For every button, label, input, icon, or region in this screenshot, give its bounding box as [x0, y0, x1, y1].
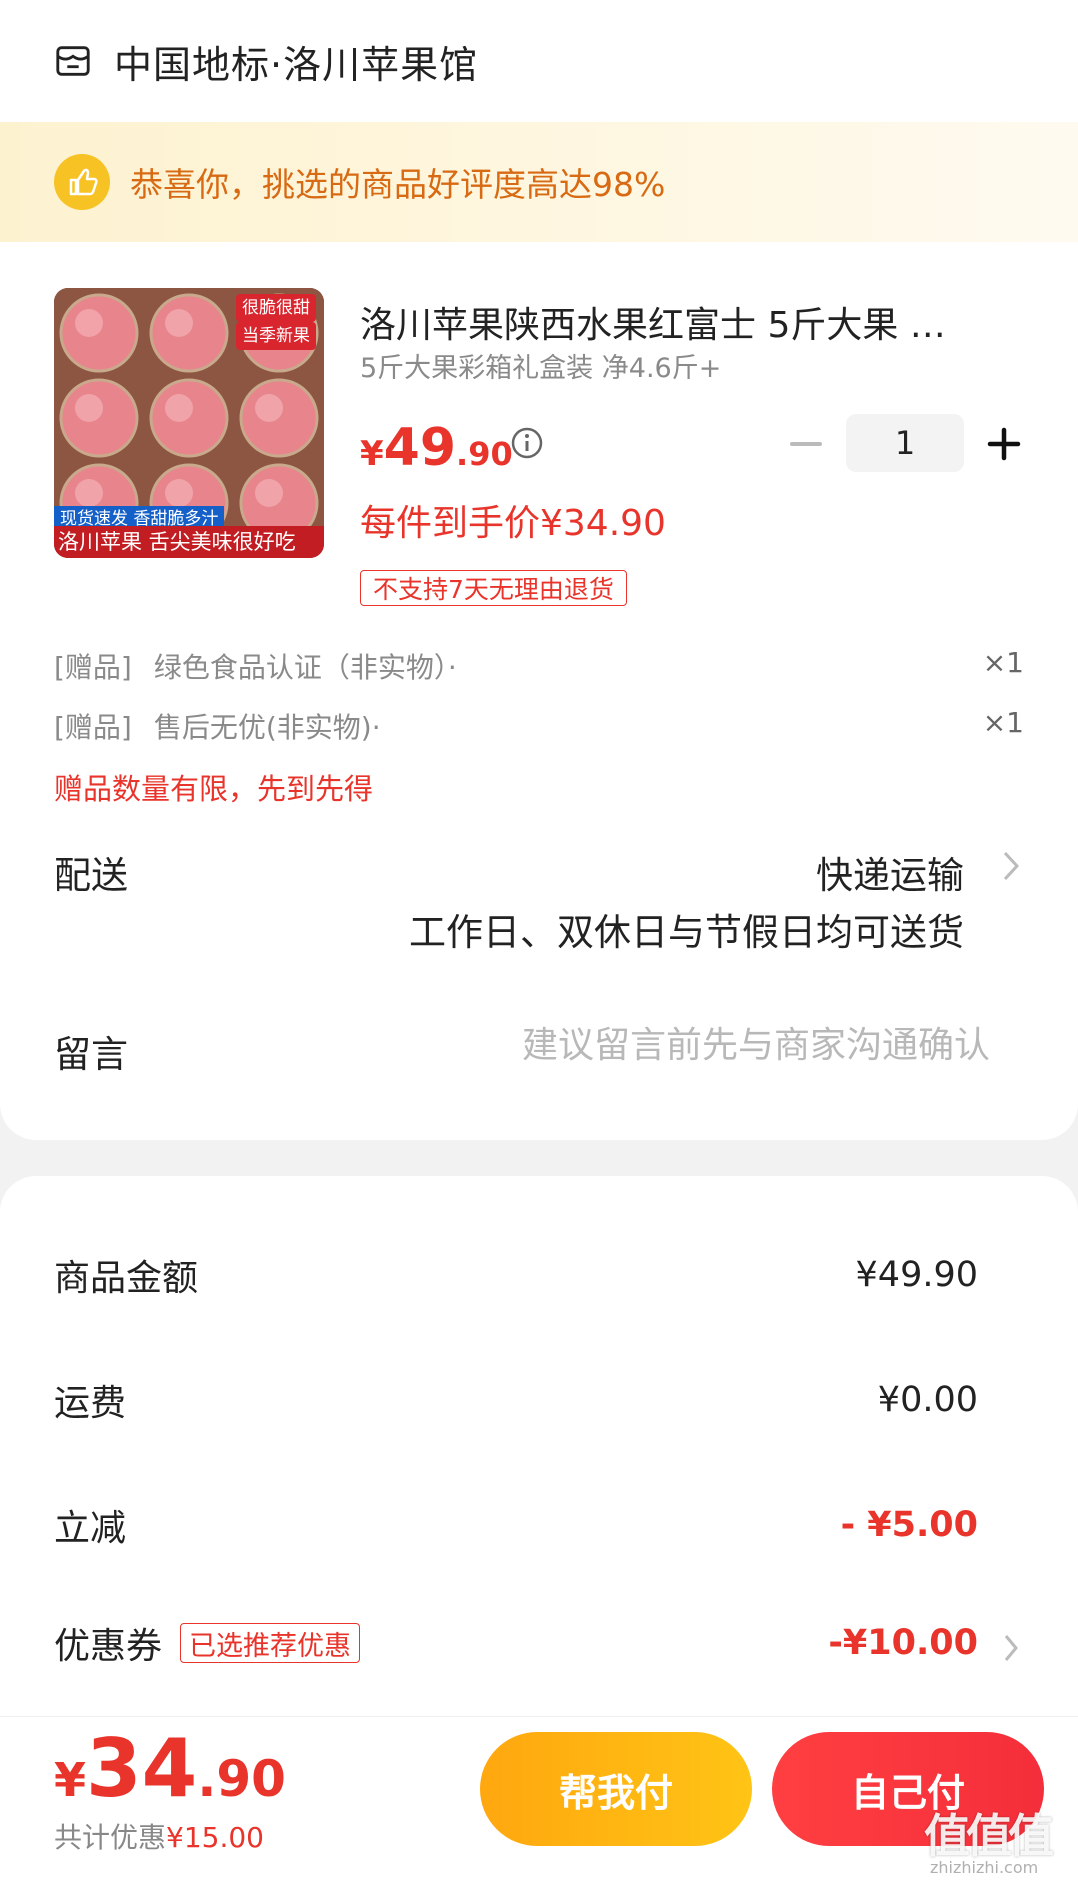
- gift-row[interactable]: [赠品] 绿色食品认证（非实物）· ×1: [54, 646, 1024, 686]
- gift-qty: ×1: [982, 646, 1024, 679]
- store-icon: [56, 46, 90, 76]
- quantity-value[interactable]: 1: [846, 414, 964, 472]
- product-spec[interactable]: 5斤大果彩箱礼盒装 净4.6斤+: [360, 346, 721, 385]
- price-integer: 49: [383, 418, 457, 478]
- total-decimal: .90: [197, 1750, 286, 1808]
- thumbs-up-icon: [54, 154, 110, 210]
- total-integer: 34: [86, 1722, 198, 1815]
- total-price: ¥ 34 .90: [54, 1722, 286, 1815]
- chevron-right-icon[interactable]: [1002, 1632, 1020, 1664]
- shop-name: 中国地标·洛川苹果馆: [114, 42, 479, 87]
- delivery-label: 配送: [54, 854, 128, 897]
- product-title[interactable]: 洛川苹果陕西水果红富士 5斤大果 …: [360, 296, 1000, 348]
- summary-value: ¥0.00: [877, 1380, 978, 1420]
- summary-value: -¥10.00: [828, 1623, 978, 1663]
- gift-tag: [赠品]: [54, 651, 132, 684]
- summary-label: 优惠券: [54, 1626, 163, 1667]
- praise-text: 恭喜你，挑选的商品好评度高达98%: [130, 165, 666, 204]
- summary-row-instant-discount: 立减 - ¥5.00: [54, 1500, 978, 1550]
- gift-tag: [赠品]: [54, 711, 132, 744]
- summary-label: 立减: [54, 1508, 127, 1549]
- summary-label: 商品金额: [54, 1258, 199, 1299]
- gift-name: 售后无优(非实物)·: [153, 711, 381, 744]
- summary-value: ¥49.90: [855, 1255, 978, 1295]
- summary-row-coupon[interactable]: 优惠券 已选推荐优惠 -¥10.00: [54, 1618, 978, 1668]
- discount-value: ¥15.00: [166, 1821, 264, 1854]
- gift-note: 赠品数量有限，先到先得: [54, 772, 374, 806]
- unit-price: 每件到手价¥34.90: [360, 503, 666, 544]
- product-price: ¥ 49 .90: [360, 418, 513, 478]
- summary-value: - ¥5.00: [840, 1505, 978, 1545]
- gift-qty: ×1: [982, 706, 1024, 739]
- total-currency: ¥: [54, 1753, 87, 1807]
- message-input[interactable]: [440, 1018, 990, 1072]
- watermark-logo: 值值值: [924, 1809, 1054, 1863]
- no-return-badge: 不支持7天无理由退货: [360, 570, 627, 606]
- gift-row[interactable]: [赠品] 售后无优(非实物)· ×1: [54, 706, 1024, 746]
- delivery-note: 工作日、双休日与节假日均可送货: [409, 911, 964, 954]
- help-me-pay-button[interactable]: 帮我付: [480, 1732, 752, 1846]
- image-tag-crisp: 很脆很甜: [236, 294, 316, 322]
- message-label: 留言: [54, 1033, 128, 1076]
- chevron-right-icon[interactable]: [1000, 848, 1022, 884]
- total-discount: 共计优惠¥15.00: [54, 1816, 264, 1856]
- quantity-increase-button[interactable]: [986, 426, 1022, 462]
- gift-name: 绿色食品认证（非实物）·: [153, 651, 457, 684]
- shop-header[interactable]: 中国地标·洛川苹果馆: [0, 0, 1078, 122]
- price-currency: ¥: [360, 434, 384, 474]
- watermark-url: zhizhizhi.com: [930, 1858, 1039, 1877]
- price-decimal: .90: [456, 435, 513, 473]
- product-image[interactable]: 很脆很甜 当季新果 现货速发 香甜脆多汁 洛川苹果 舌尖美味很好吃: [54, 288, 324, 558]
- summary-row-shipping: 运费 ¥0.00: [54, 1375, 978, 1425]
- summary-label: 运费: [54, 1383, 127, 1424]
- coupon-tag: 已选推荐优惠: [180, 1623, 361, 1663]
- image-tag-new: 当季新果: [236, 322, 316, 350]
- discount-label: 共计优惠: [54, 1821, 167, 1854]
- quantity-decrease-button[interactable]: [788, 430, 824, 458]
- info-icon[interactable]: [510, 426, 544, 460]
- minus-icon: [790, 442, 822, 446]
- image-band-tasty: 洛川苹果 舌尖美味很好吃: [54, 526, 324, 558]
- delivery-method[interactable]: 快递运输: [816, 845, 964, 899]
- summary-row-goods: 商品金额 ¥49.90: [54, 1250, 978, 1300]
- praise-banner: 恭喜你，挑选的商品好评度高达98%: [0, 122, 1078, 242]
